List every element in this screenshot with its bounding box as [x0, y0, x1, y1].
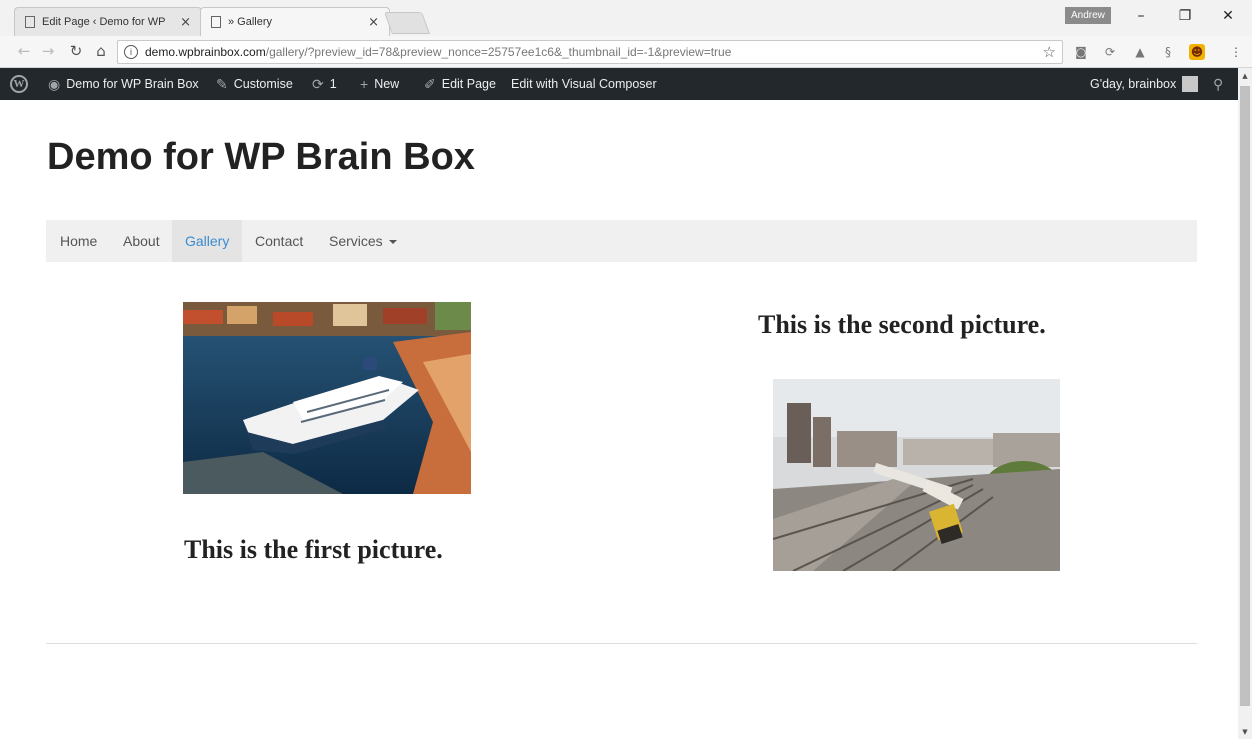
info-icon[interactable]: i: [124, 45, 138, 59]
edit-page-label: Edit Page: [441, 77, 496, 91]
first-picture-caption: This is the first picture.: [184, 535, 443, 564]
wp-logo-button[interactable]: W: [10, 68, 28, 100]
updates-icon: ⟳: [312, 75, 324, 92]
page-icon: [25, 16, 35, 28]
skype-extension-icon[interactable]: §: [1160, 44, 1176, 60]
brush-icon: ✎: [216, 75, 228, 92]
nav-home[interactable]: Home: [60, 220, 97, 262]
nav-gallery[interactable]: Gallery: [172, 220, 243, 262]
browser-tab-edit-page[interactable]: Edit Page ‹ Demo for WP ×: [14, 7, 202, 36]
page-scrollbar[interactable]: ▲ ▼: [1238, 68, 1252, 739]
forward-icon[interactable]: →: [38, 42, 58, 60]
scroll-down-icon[interactable]: ▼: [1238, 728, 1252, 736]
site-title[interactable]: Demo for WP Brain Box: [47, 136, 475, 179]
new-label: New: [374, 77, 400, 91]
pencil-icon: ✐: [424, 75, 436, 92]
nav-services[interactable]: Services: [329, 220, 397, 262]
footer-divider: [46, 643, 1197, 644]
admin-search-button[interactable]: ⚲: [1213, 68, 1229, 100]
nav-contact[interactable]: Contact: [255, 220, 303, 262]
site-name-link[interactable]: ◉ Demo for WP Brain Box: [48, 68, 199, 100]
greeting-label: G'day, brainbox: [1090, 77, 1177, 91]
freight-train-image: [773, 379, 1060, 571]
minimize-icon[interactable]: –: [1131, 8, 1151, 24]
page-icon: [211, 16, 221, 28]
new-content-link[interactable]: + New: [360, 68, 399, 100]
new-tab-button[interactable]: [383, 12, 431, 34]
browser-tab-gallery[interactable]: » Gallery ×: [200, 7, 390, 36]
customise-link[interactable]: ✎ Customise: [216, 68, 293, 100]
reload-icon[interactable]: ↻: [66, 42, 86, 60]
restore-icon[interactable]: ❐: [1175, 8, 1195, 24]
site-name-label: Demo for WP Brain Box: [66, 77, 199, 91]
home-icon[interactable]: ⌂: [91, 42, 111, 60]
address-bar[interactable]: i demo.wpbrainbox.com/gallery/?preview_i…: [117, 40, 1063, 64]
bookmark-star-icon[interactable]: ☆: [1043, 43, 1056, 61]
address-url[interactable]: demo.wpbrainbox.com/gallery/?preview_id=…: [145, 45, 731, 59]
nav-services-label: Services: [329, 233, 383, 249]
caret-down-icon: [388, 240, 397, 245]
grammarly-extension-icon[interactable]: ☻: [1189, 44, 1205, 60]
cruise-ship-image: [183, 302, 471, 494]
back-icon[interactable]: ←: [14, 42, 34, 60]
visual-composer-link[interactable]: Edit with Visual Composer: [511, 68, 657, 100]
cruise-ship-illustration: [183, 302, 471, 494]
search-icon: ⚲: [1213, 75, 1224, 92]
url-host: demo.wpbrainbox.com: [145, 45, 266, 59]
profile-badge[interactable]: Andrew: [1065, 7, 1111, 24]
edit-page-link[interactable]: ✐ Edit Page: [424, 68, 496, 100]
plus-icon: +: [360, 76, 369, 92]
scroll-up-icon[interactable]: ▲: [1238, 72, 1252, 80]
updates-count: 1: [329, 77, 337, 91]
avatar: [1182, 76, 1199, 92]
primary-nav: Home About Gallery Contact Services: [46, 220, 1197, 262]
close-window-icon[interactable]: ✕: [1218, 8, 1238, 24]
nav-about[interactable]: About: [123, 220, 160, 262]
scrollbar-thumb[interactable]: [1240, 86, 1250, 706]
tab-title: Edit Page ‹ Demo for WP: [42, 16, 166, 28]
updates-link[interactable]: ⟳ 1: [312, 68, 337, 100]
dashboard-icon: ◉: [48, 75, 61, 92]
browser-toolbar: ← → ↻ ⌂ i demo.wpbrainbox.com/gallery/?p…: [0, 36, 1252, 68]
tab-title: » Gallery: [228, 16, 273, 28]
tab-close-icon[interactable]: ×: [180, 15, 191, 30]
my-account-link[interactable]: G'day, brainbox: [1090, 68, 1199, 100]
tab-close-icon[interactable]: ×: [368, 15, 379, 30]
sync-extension-icon[interactable]: ⟳: [1102, 44, 1118, 60]
freight-train-illustration: [773, 379, 1060, 571]
browser-tab-strip: Edit Page ‹ Demo for WP × » Gallery × An…: [0, 0, 1252, 36]
menu-dots-icon[interactable]: ⋮: [1228, 44, 1244, 60]
visual-composer-label: Edit with Visual Composer: [511, 77, 657, 91]
android-extension-icon[interactable]: ▲: [1132, 44, 1148, 60]
wordpress-logo-icon: W: [10, 75, 28, 93]
customise-label: Customise: [233, 77, 293, 91]
url-path: /gallery/?preview_id=78&preview_nonce=25…: [265, 45, 732, 59]
wp-admin-bar: W ◉ Demo for WP Brain Box ✎ Customise ⟳ …: [0, 68, 1238, 100]
second-picture-caption: This is the second picture.: [758, 310, 1046, 339]
camera-extension-icon[interactable]: ◙: [1073, 44, 1089, 60]
